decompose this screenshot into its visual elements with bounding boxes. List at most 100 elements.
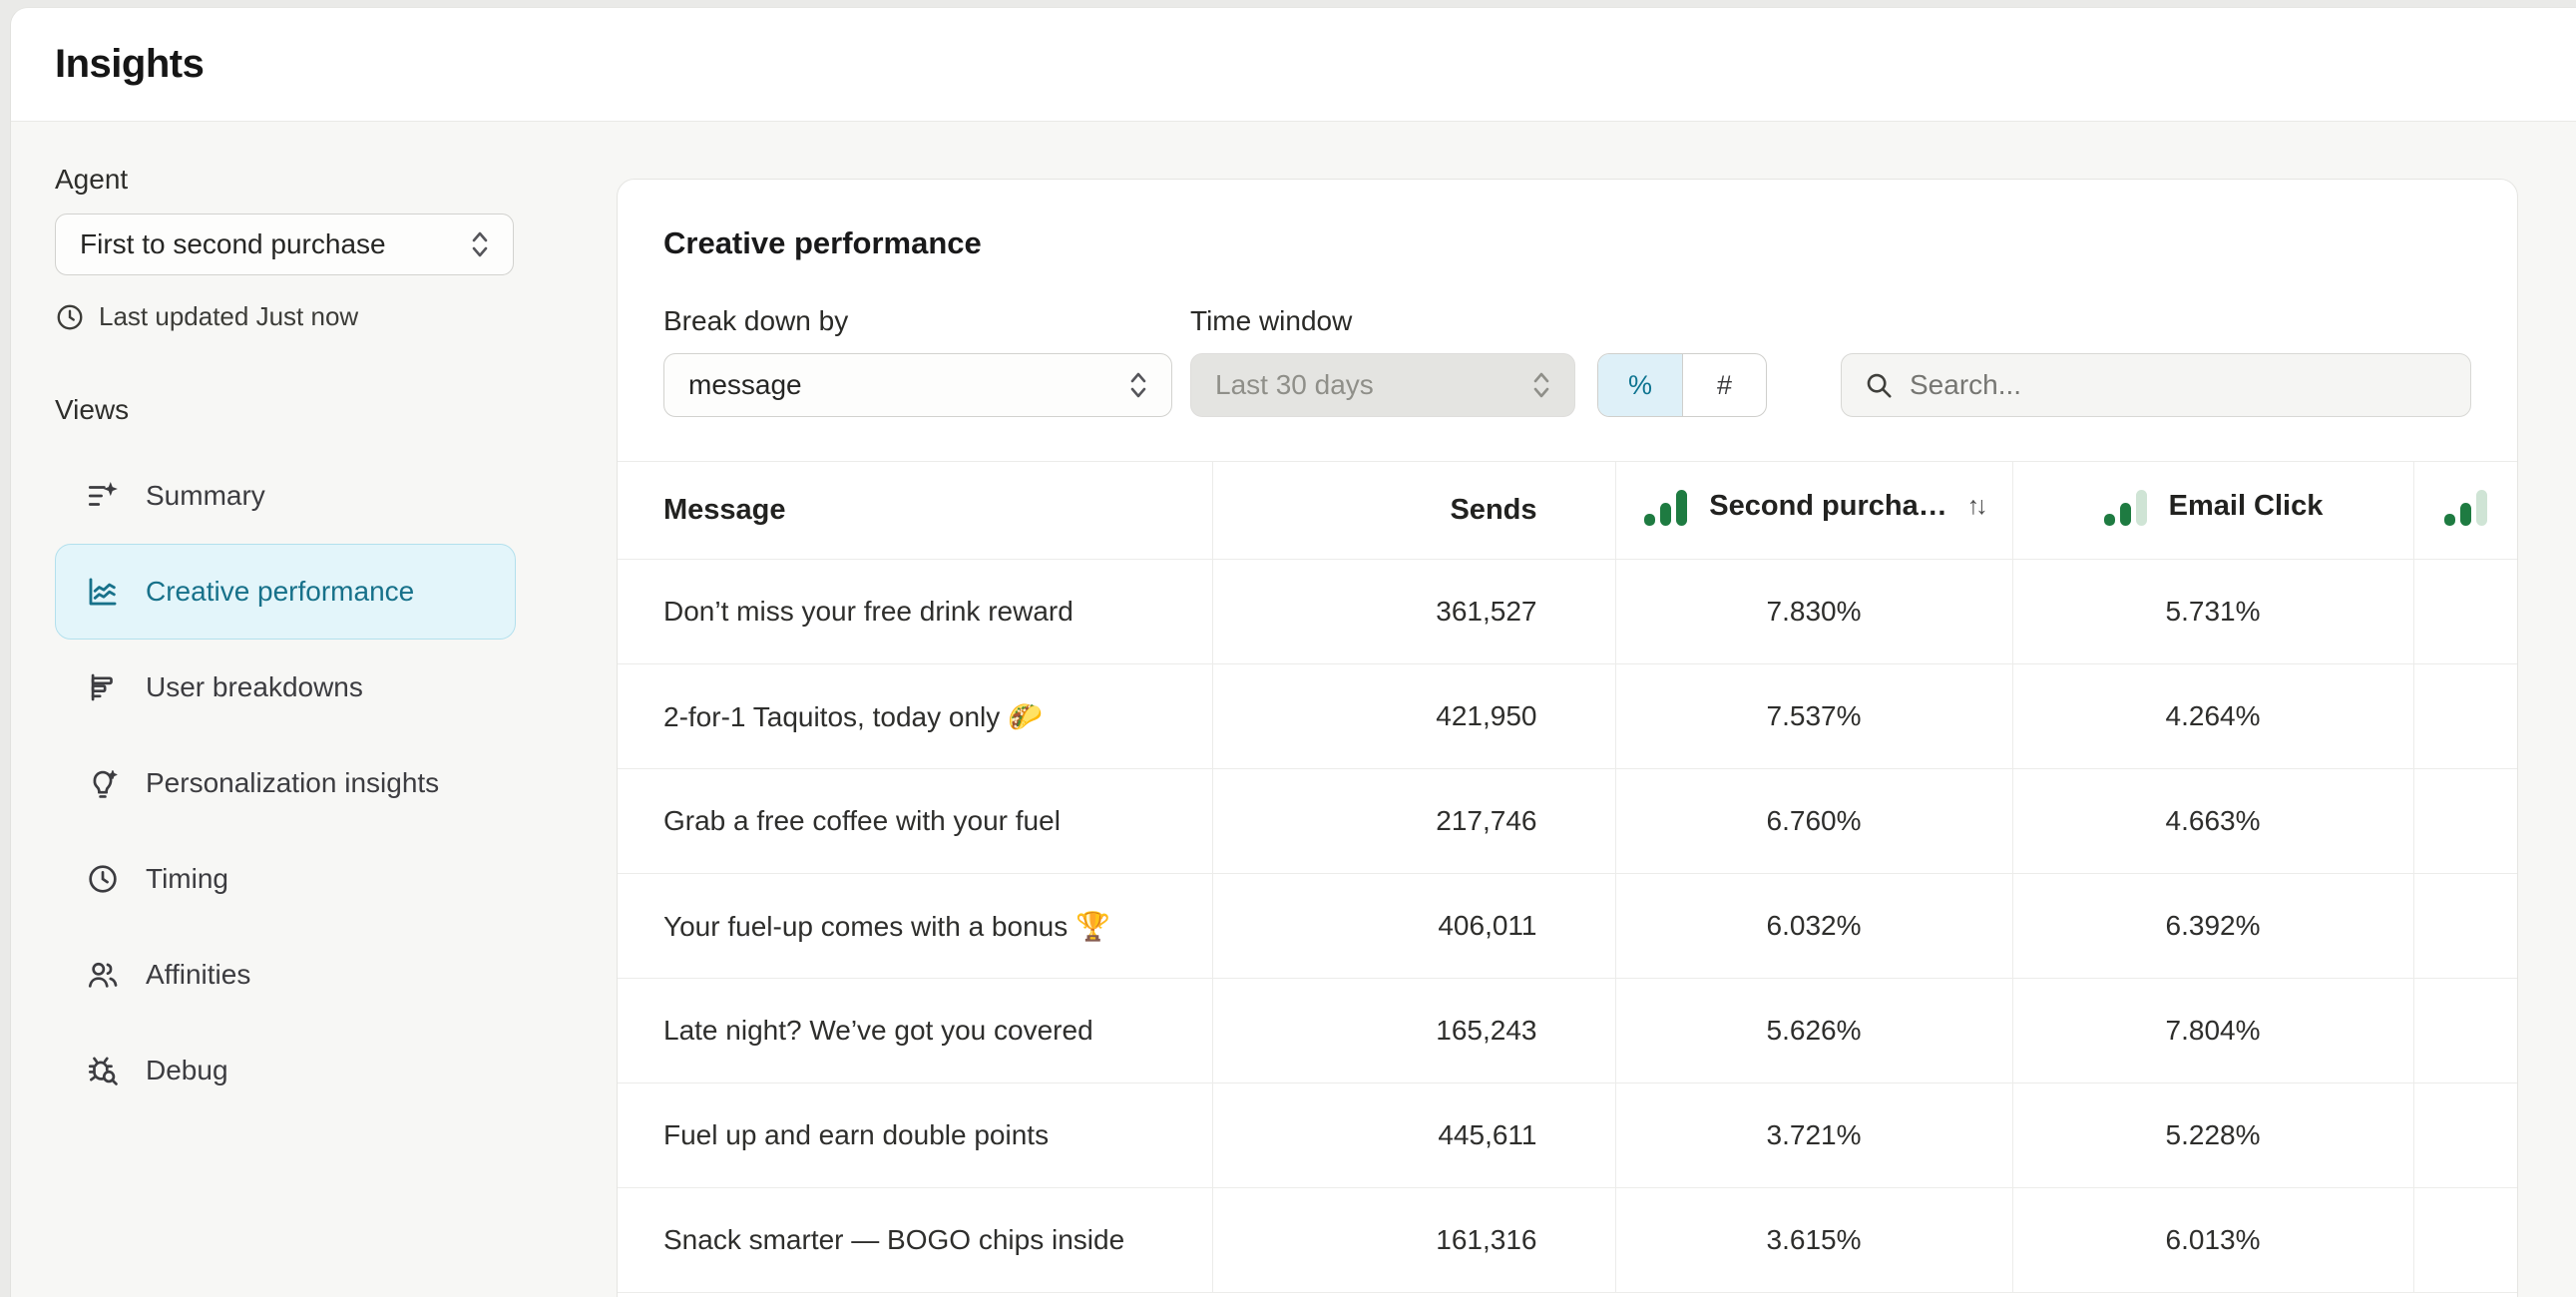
message-cell: Grab a free coffee with your fuel xyxy=(618,769,1212,874)
column-header-label: Second purcha… xyxy=(1709,490,1947,523)
extra-cell xyxy=(2413,979,2518,1083)
sidebar-item-creative-performance[interactable]: Creative performance xyxy=(55,544,516,640)
column-header-extra[interactable] xyxy=(2413,462,2518,560)
sidebar-item-personalization-insights[interactable]: Personalization insights xyxy=(55,735,516,831)
sidebar-item-label: Affinities xyxy=(146,959,250,991)
message-cell: Late night? We’ve got you covered xyxy=(618,979,1212,1083)
sends-cell: 217,746 xyxy=(1212,769,1615,874)
email-click-cell: 5.731% xyxy=(2012,560,2413,664)
creative-performance-table: Message Sends xyxy=(618,461,2518,1293)
sidebar-item-affinities[interactable]: Affinities xyxy=(55,927,516,1023)
search-icon xyxy=(1864,370,1894,400)
lightbulb-sparkle-icon xyxy=(86,766,120,800)
line-chart-icon xyxy=(86,575,120,609)
count-toggle-button[interactable]: # xyxy=(1682,354,1766,416)
last-updated: Last updated Just now xyxy=(55,301,590,332)
creative-performance-card: Creative performance Break down by messa… xyxy=(617,179,2518,1297)
sidebar-item-label: Summary xyxy=(146,480,265,512)
page-title: Insights xyxy=(55,42,204,87)
column-header-label: Email Click xyxy=(2169,490,2324,523)
second-purchase-cell: 7.537% xyxy=(1615,664,2012,769)
sends-cell: 406,011 xyxy=(1212,874,1615,979)
card-title: Creative performance xyxy=(618,180,2517,261)
main-area: Creative performance Break down by messa… xyxy=(590,122,2576,1297)
second-purchase-cell: 3.721% xyxy=(1615,1083,2012,1188)
chevron-up-down-icon xyxy=(467,228,493,260)
table-row[interactable]: 2-for-1 Taquitos, today only 🌮 421,950 7… xyxy=(618,664,2518,769)
second-purchase-cell: 5.626% xyxy=(1615,979,2012,1083)
sidebar-item-label: Debug xyxy=(146,1055,228,1086)
clock-icon xyxy=(86,862,120,896)
breakdown-select-value: message xyxy=(688,369,802,401)
table-row[interactable]: Late night? We’ve got you covered 165,24… xyxy=(618,979,2518,1083)
percent-toggle-button[interactable]: % xyxy=(1598,354,1682,416)
column-header-second-purchase[interactable]: Second purcha… ↑↓ xyxy=(1615,462,2012,560)
sidebar-item-user-breakdowns[interactable]: User breakdowns xyxy=(55,640,516,735)
search-box xyxy=(1841,353,2471,417)
agent-section-label: Agent xyxy=(55,164,590,196)
agent-select[interactable]: First to second purchase xyxy=(55,214,514,275)
search-input[interactable] xyxy=(1910,369,2448,401)
time-window-select: Last 30 days xyxy=(1190,353,1575,417)
sidebar-item-label: Timing xyxy=(146,863,228,895)
sidebar-item-debug[interactable]: Debug xyxy=(55,1023,516,1118)
unit-toggle: % # xyxy=(1597,353,1767,417)
table-header-row: Message Sends xyxy=(618,462,2518,560)
table-row[interactable]: Fuel up and earn double points 445,611 3… xyxy=(618,1083,2518,1188)
table-row[interactable]: Your fuel-up comes with a bonus 🏆 406,01… xyxy=(618,874,2518,979)
extra-cell xyxy=(2413,874,2518,979)
content: Agent First to second purchase Last upda… xyxy=(11,122,2576,1297)
sidebar-item-label: Personalization insights xyxy=(146,767,439,799)
views-nav: Summary Creative performance xyxy=(55,448,590,1118)
bar-chart-icon xyxy=(2443,486,2489,528)
table-row[interactable]: Snack smarter — BOGO chips inside 161,31… xyxy=(618,1188,2518,1293)
sends-cell: 165,243 xyxy=(1212,979,1615,1083)
breakdown-label: Break down by xyxy=(663,305,1172,337)
sidebar-item-label: User breakdowns xyxy=(146,671,363,703)
message-cell: Don’t miss your free drink reward xyxy=(618,560,1212,664)
sends-cell: 361,527 xyxy=(1212,560,1615,664)
breakdown-select[interactable]: message xyxy=(663,353,1172,417)
second-purchase-cell: 3.615% xyxy=(1615,1188,2012,1293)
column-header-sends: Sends xyxy=(1212,462,1615,560)
summary-list-sparkle-icon xyxy=(86,479,120,513)
email-click-cell: 5.228% xyxy=(2012,1083,2413,1188)
time-window-control: Time window Last 30 days xyxy=(1190,305,1575,417)
email-click-cell: 6.013% xyxy=(2012,1188,2413,1293)
column-header-email-click[interactable]: Email Click xyxy=(2012,462,2413,560)
sidebar-item-timing[interactable]: Timing xyxy=(55,831,516,927)
chevron-up-down-icon xyxy=(1528,369,1554,401)
sidebar-item-summary[interactable]: Summary xyxy=(55,448,516,544)
bug-search-icon xyxy=(86,1054,120,1087)
horizontal-bars-icon xyxy=(86,670,120,704)
bar-chart-icon xyxy=(1643,486,1689,528)
extra-cell xyxy=(2413,1188,2518,1293)
column-header-message: Message xyxy=(618,462,1212,560)
table-row[interactable]: Don’t miss your free drink reward 361,52… xyxy=(618,560,2518,664)
controls-row: Break down by message Time window xyxy=(618,305,2517,417)
message-cell: Fuel up and earn double points xyxy=(618,1083,1212,1188)
email-click-cell: 7.804% xyxy=(2012,979,2413,1083)
clock-icon xyxy=(55,302,85,332)
sends-cell: 421,950 xyxy=(1212,664,1615,769)
chevron-up-down-icon xyxy=(1125,369,1151,401)
users-icon xyxy=(86,958,120,992)
message-cell: Snack smarter — BOGO chips inside xyxy=(618,1188,1212,1293)
email-click-cell: 4.264% xyxy=(2012,664,2413,769)
sidebar-item-label: Creative performance xyxy=(146,576,414,608)
extra-cell xyxy=(2413,1083,2518,1188)
top-header: Insights xyxy=(11,8,2576,122)
table-row[interactable]: Grab a free coffee with your fuel 217,74… xyxy=(618,769,2518,874)
sort-icon[interactable]: ↑↓ xyxy=(1967,492,1984,521)
last-updated-text: Last updated Just now xyxy=(99,301,358,332)
second-purchase-cell: 7.830% xyxy=(1615,560,2012,664)
breakdown-control: Break down by message xyxy=(663,305,1172,417)
second-purchase-cell: 6.032% xyxy=(1615,874,2012,979)
message-cell: Your fuel-up comes with a bonus 🏆 xyxy=(618,874,1212,979)
extra-cell xyxy=(2413,560,2518,664)
agent-select-value: First to second purchase xyxy=(80,228,386,260)
app-window: Insights Agent First to second purchase xyxy=(10,7,2576,1297)
sends-cell: 161,316 xyxy=(1212,1188,1615,1293)
email-click-cell: 6.392% xyxy=(2012,874,2413,979)
email-click-cell: 4.663% xyxy=(2012,769,2413,874)
